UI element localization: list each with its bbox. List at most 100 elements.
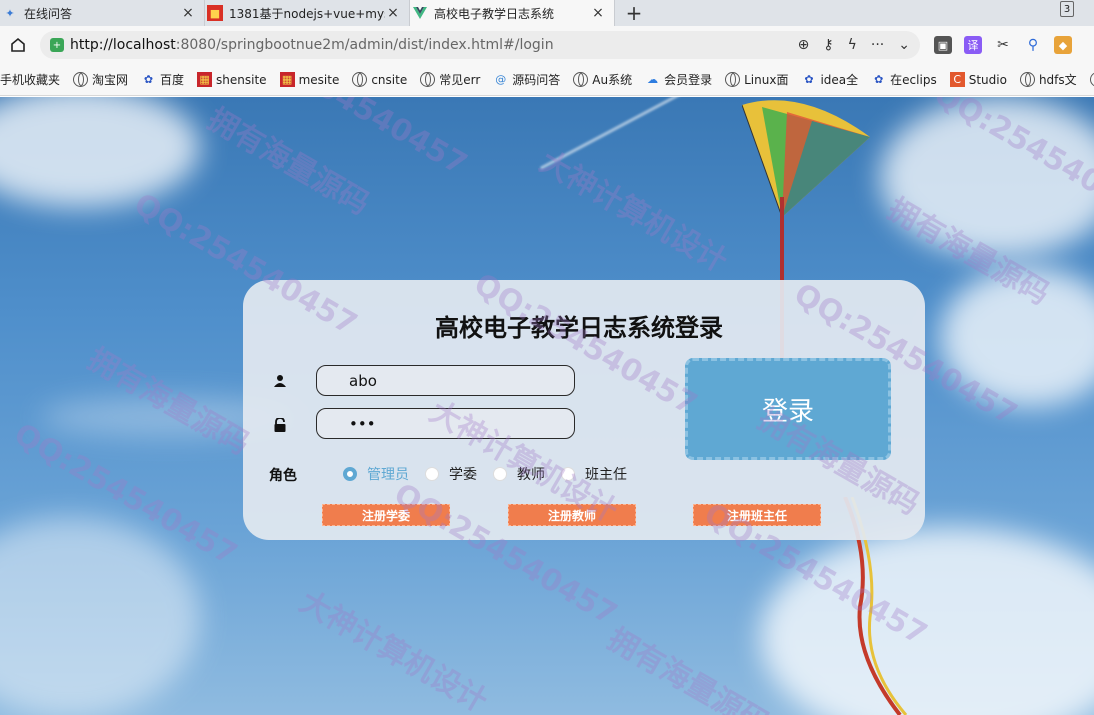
bookmark-item[interactable]: ✿ 百度 [141, 71, 184, 88]
background-cloud [760, 527, 1094, 715]
role-radio-monitor[interactable]: 学委 [425, 464, 477, 484]
tab-title: 1381基于nodejs+vue+mysq [229, 6, 385, 21]
close-icon[interactable]: × [180, 5, 196, 21]
watermark: 大神计算机设计 [293, 584, 493, 715]
role-radio-admin[interactable]: 管理员 [343, 464, 409, 484]
bookmark-label: 源码问答 [512, 73, 561, 87]
bookmark-item[interactable]: @ 源码问答 [493, 71, 560, 88]
bookmark-item[interactable]: C Studio [949, 72, 1007, 87]
contrail [540, 97, 771, 170]
bookmark-item[interactable]: ✿ idea全 [801, 71, 858, 88]
username-value: abo [349, 371, 377, 390]
url-path: :8080/springbootnue2m/admin/dist/index.h… [175, 37, 554, 53]
register-head-teacher-button[interactable]: 注册班主任 [693, 504, 821, 526]
tab-source[interactable]: ■ 1381基于nodejs+vue+mysq × [205, 0, 410, 26]
bookmark-item[interactable]: cnsite [352, 72, 407, 87]
tab-title: 高校电子教学日志系统 [434, 6, 555, 21]
register-teacher-button[interactable]: 注册教师 [508, 504, 636, 526]
user-icon [274, 375, 286, 387]
globe-icon [420, 72, 436, 87]
login-button[interactable]: 登录 [685, 358, 891, 460]
bookmark-item[interactable]: 常见err [420, 71, 480, 88]
globe-icon [1089, 72, 1094, 87]
paw-icon: ✿ [874, 73, 884, 86]
username-input[interactable]: abo [316, 365, 575, 396]
bookmark-label: 在eclips [890, 73, 937, 87]
role-radio-group: 管理员 学委 教师 班主任 [343, 464, 643, 484]
role-radio-head-teacher[interactable]: 班主任 [561, 464, 627, 484]
more-icon[interactable]: ··· [871, 37, 884, 53]
globe-icon [1019, 72, 1035, 87]
bookmark-item[interactable]: R [1089, 72, 1094, 87]
bookmark-item[interactable]: ✿ 在eclips [871, 71, 937, 88]
new-tab-button[interactable]: + [615, 0, 653, 26]
game-icon[interactable]: ◆ [1054, 36, 1072, 54]
bookmark-label: Au系统 [592, 73, 633, 87]
home-button[interactable] [0, 26, 36, 64]
globe-icon [73, 72, 89, 87]
radio-label: 班主任 [585, 467, 627, 483]
url-host: http://localhost [70, 37, 176, 53]
site-icon: ■ [207, 5, 223, 21]
chevron-down-icon[interactable]: ⌄ [898, 37, 910, 53]
cloud-icon: ☁ [647, 73, 659, 86]
lock-icon [274, 418, 286, 432]
bookmark-label: 常见err [439, 73, 481, 87]
reader-icon[interactable]: ▣ [934, 36, 952, 54]
bookmark-item[interactable]: Au系统 [573, 71, 632, 88]
secure-icon: + [50, 38, 64, 52]
bookmark-item[interactable]: 淘宝网 [73, 71, 128, 88]
role-label: 角色 [269, 468, 297, 484]
bookmark-item[interactable]: ▦ mesite [279, 72, 339, 87]
radio-label: 学委 [449, 467, 477, 483]
site-icon: ▦ [279, 72, 295, 87]
globe-icon [725, 72, 741, 87]
tab-qa[interactable]: ✦ 在线问答 × [0, 0, 205, 26]
site-icon: C [949, 72, 965, 87]
bookmark-item[interactable]: hdfs文 [1019, 71, 1077, 88]
url-field[interactable]: + http://localhost :8080/springbootnue2m… [40, 31, 920, 59]
login-title: 高校电子教学日志系统登录 [435, 314, 723, 342]
paw-icon: ✿ [804, 73, 814, 86]
login-page: 高校电子教学日志系统登录 abo ••• 登录 角色 管理员 学委 教师 班主任… [0, 97, 1094, 715]
bookmark-item[interactable]: ▦ shensite [197, 72, 267, 87]
bookmark-label: 百度 [160, 73, 185, 87]
browser-tab-bar: ✦ 在线问答 × ■ 1381基于nodejs+vue+mysq × 高校电子教… [0, 0, 1094, 26]
watermark: 拥有海量源码 [601, 621, 775, 715]
register-monitor-button[interactable]: 注册学委 [322, 504, 450, 526]
radio-dot [425, 467, 439, 481]
lightning-icon[interactable]: ϟ [848, 37, 857, 53]
tab-login[interactable]: 高校电子教学日志系统 × [410, 0, 615, 26]
address-bar-row: + http://localhost :8080/springbootnue2m… [0, 26, 1094, 64]
bookmark-label: 淘宝网 [92, 73, 129, 87]
bookmark-label: shensite [216, 72, 267, 87]
background-cloud [0, 517, 200, 715]
background-cloud [940, 267, 1094, 407]
background-cloud [0, 97, 200, 207]
bookmark-item[interactable]: ☁ 会员登录 [645, 71, 712, 88]
password-value: ••• [349, 414, 376, 433]
role-radio-teacher[interactable]: 教师 [493, 464, 545, 484]
translate-icon[interactable]: 译 [964, 36, 982, 54]
bookmark-label: 会员登录 [664, 73, 713, 87]
tab-count-badge[interactable]: 3 [1060, 1, 1074, 17]
bookmark-item[interactable]: 手机收藏夹 [0, 71, 60, 88]
search-icon[interactable]: ⚲ [1024, 36, 1042, 54]
watermark: 大神计算机设计 [533, 144, 733, 280]
kite-image [742, 100, 870, 217]
close-icon[interactable]: × [590, 5, 606, 21]
paw-icon: ✿ [143, 73, 154, 86]
watermark: QQ:254540457 [238, 97, 473, 183]
key-icon[interactable]: ⚷ [823, 37, 833, 53]
password-input[interactable]: ••• [316, 408, 575, 439]
bookmark-item[interactable]: Linux面 [725, 71, 788, 88]
radio-dot [493, 467, 507, 481]
watermark: 拥有海量源码 [201, 101, 375, 223]
bookmark-label: hdfs文 [1038, 73, 1077, 87]
bookmarks-bar: 手机收藏夹 淘宝网 ✿ 百度 ▦ shensite ▦ mesite cnsite 常… [0, 64, 1094, 96]
bookmark-label: idea全 [820, 73, 859, 87]
bookmark-label: 手机收藏夹 [0, 73, 61, 87]
close-icon[interactable]: × [385, 5, 401, 21]
scissors-icon[interactable]: ✂ [994, 36, 1012, 54]
zoom-icon[interactable]: ⊕ [798, 37, 810, 53]
